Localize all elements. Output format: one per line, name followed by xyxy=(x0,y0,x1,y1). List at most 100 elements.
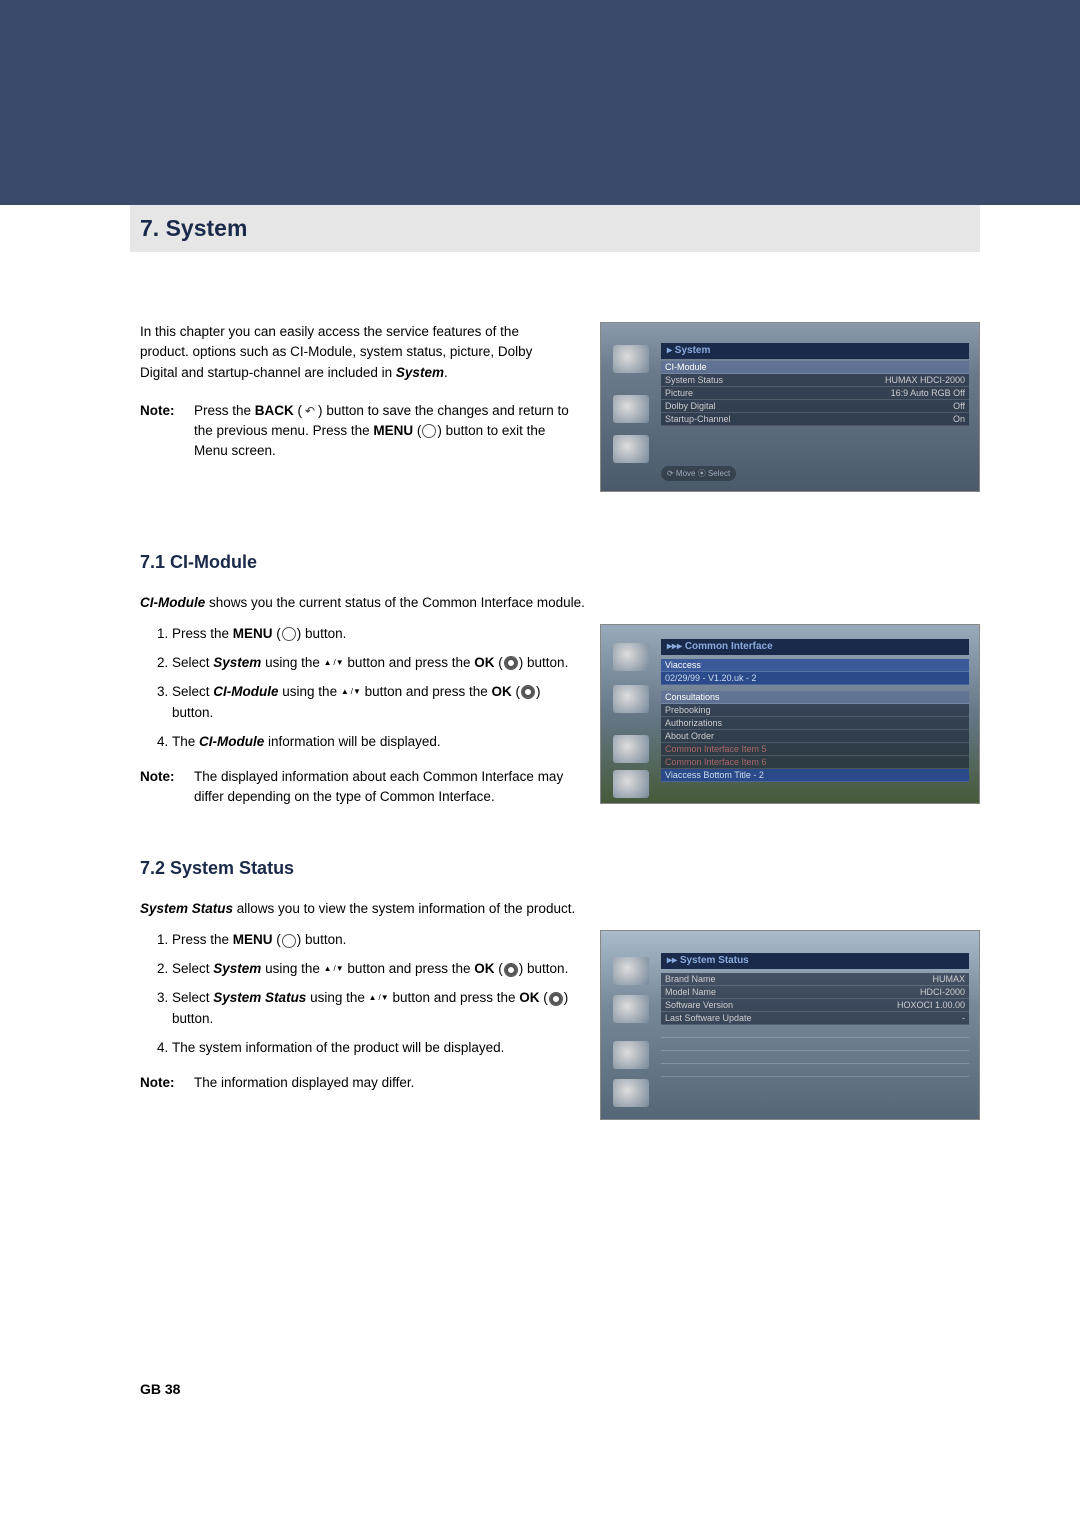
s71-3c: using the xyxy=(279,684,341,699)
sec71-step-2: Select System using the button and press… xyxy=(172,653,570,674)
s71-1b: MENU xyxy=(233,626,273,641)
sec72-intro: System Status allows you to view the sys… xyxy=(140,899,980,920)
s2-r3: Prebooking xyxy=(665,705,711,715)
s72-3e: OK xyxy=(519,990,539,1005)
chapter-title: 7. System xyxy=(140,215,970,242)
note-menu: MENU xyxy=(373,423,413,438)
s1-row-1: System Status HUMAX HDCI-2000 xyxy=(661,374,969,387)
sec72-text: Press the MENU () button. Select System … xyxy=(140,930,570,1094)
s72-2b: System xyxy=(213,961,261,976)
sec72-note-label: Note: xyxy=(140,1073,184,1094)
s1-r4-k: Startup-Channel xyxy=(665,414,731,424)
s3-r3-v: - xyxy=(962,1013,965,1023)
s2-row-1: 02/29/99 - V1.20.uk - 2 xyxy=(661,672,969,685)
intro-para-text: In this chapter you can easily access th… xyxy=(140,324,532,380)
sec72-step-4: The system information of the product wi… xyxy=(172,1038,570,1059)
s3-row-blank4 xyxy=(661,1064,969,1077)
side-icon-1 xyxy=(613,345,649,373)
s2-row-3: Prebooking xyxy=(661,704,969,717)
note-paren-close: ) xyxy=(318,403,323,418)
sec71-intro-r: shows you the current status of the Comm… xyxy=(205,595,585,610)
side-icon-4 xyxy=(613,1079,649,1107)
s3-row-1: Model Name HDCI-2000 xyxy=(661,986,969,999)
s1-r1-v: HUMAX HDCI-2000 xyxy=(885,375,965,385)
ok-icon xyxy=(520,686,536,698)
sec71-step-1: Press the MENU () button. xyxy=(172,624,570,645)
sec72-step-1: Press the MENU () button. xyxy=(172,930,570,951)
s1-r3-v: Off xyxy=(953,401,965,411)
paren: ) xyxy=(564,990,569,1005)
paren: ) xyxy=(536,684,541,699)
s2-row-7: Common Interface Item 6 xyxy=(661,756,969,769)
s71-3b: CI-Module xyxy=(213,684,278,699)
chapter-header: 7. System xyxy=(130,205,980,252)
section-7-1: 7.1 CI-Module CI-Module shows you the cu… xyxy=(140,552,980,808)
s71-2e: OK xyxy=(474,655,494,670)
sec72-intro-r: allows you to view the system informatio… xyxy=(233,901,575,916)
s2-r4: Authorizations xyxy=(665,718,722,728)
s3-r2-k: Software Version xyxy=(665,1000,733,1010)
s72-2c: using the xyxy=(261,961,323,976)
sec72-note: Note: The information displayed may diff… xyxy=(140,1073,570,1094)
section-7-2: 7.2 System Status System Status allows y… xyxy=(140,858,980,1120)
sec71-body: Press the MENU () button. Select System … xyxy=(140,624,980,808)
s71-3e: OK xyxy=(491,684,511,699)
sec71-step-3: Select CI-Module using the button and pr… xyxy=(172,682,570,724)
s1-r1-k: System Status xyxy=(665,375,723,385)
top-band xyxy=(0,0,1080,205)
side-icon-4 xyxy=(613,770,649,798)
screenshot1-title: ▸ System xyxy=(661,343,969,359)
ok-icon xyxy=(548,993,564,1005)
note-label: Note: xyxy=(140,401,184,462)
intro-para-bold: System xyxy=(396,365,444,380)
s72-2e: OK xyxy=(474,961,494,976)
updown-icon xyxy=(369,992,389,1004)
page-content: 7. System In this chapter you can easily… xyxy=(140,205,980,1170)
s1-row-2: Picture16:9 Auto RGB Off xyxy=(661,387,969,400)
s1-r3-k: Dolby Digital xyxy=(665,401,716,411)
s3-r1-k: Model Name xyxy=(665,987,716,997)
s1-row-0: CI-Module xyxy=(661,361,969,374)
s71-1c: button. xyxy=(301,626,346,641)
screenshot1-hint: ⟳ Move ⦿ Select xyxy=(661,466,736,481)
s72-3d: button and press the xyxy=(389,990,520,1005)
s3-row-blank3 xyxy=(661,1051,969,1064)
intro-text: In this chapter you can easily access th… xyxy=(140,322,570,492)
menu-icon xyxy=(281,628,297,640)
s2-r5: About Order xyxy=(665,731,714,741)
side-icon-3 xyxy=(613,1041,649,1069)
s2-r7: Common Interface Item 6 xyxy=(665,757,767,767)
s72-3b: System Status xyxy=(213,990,306,1005)
s71-2b: System xyxy=(213,655,261,670)
sec71-note-label: Note: xyxy=(140,767,184,809)
s3-r1-v: HDCI-2000 xyxy=(920,987,965,997)
menu-icon xyxy=(281,935,297,947)
s3-r3-k: Last Software Update xyxy=(665,1013,752,1023)
s71-1a: Press the xyxy=(172,626,233,641)
sec71-note: Note: The displayed information about ea… xyxy=(140,767,570,809)
s3-row-3: Last Software Update - xyxy=(661,1012,969,1025)
side-icon-3 xyxy=(613,735,649,763)
system-menu-screenshot: ▸ System CI-Module System Status HUMAX HD… xyxy=(600,322,980,492)
s72-2f: button. xyxy=(523,961,568,976)
s71-3a: Select xyxy=(172,684,213,699)
s2-row-4: Authorizations xyxy=(661,717,969,730)
side-icon-2 xyxy=(613,395,649,423)
s2-row-8: Viaccess Bottom Title - 2 xyxy=(661,769,969,782)
s3-r0-k: Brand Name xyxy=(665,974,716,984)
s72-1c: button. xyxy=(301,932,346,947)
s2-r0: Viaccess xyxy=(665,660,701,670)
s71-2a: Select xyxy=(172,655,213,670)
sec71-intro-b: CI-Module xyxy=(140,595,205,610)
sec71-intro: CI-Module shows you the current status o… xyxy=(140,593,980,614)
s3-row-0: Brand NameHUMAX xyxy=(661,973,969,986)
s3-r2-v: HOXOCI 1.00.00 xyxy=(897,1000,965,1010)
s72-3f: button. xyxy=(172,1011,213,1026)
s72-1a: Press the xyxy=(172,932,233,947)
s72-1b: MENU xyxy=(233,932,273,947)
page-number: GB 38 xyxy=(140,1381,180,1397)
s71-2c: using the xyxy=(261,655,323,670)
intro-paragraph: In this chapter you can easily access th… xyxy=(140,322,570,383)
side-icon-1 xyxy=(613,643,649,671)
s3-row-2: Software Version HOXOCI 1.00.00 xyxy=(661,999,969,1012)
